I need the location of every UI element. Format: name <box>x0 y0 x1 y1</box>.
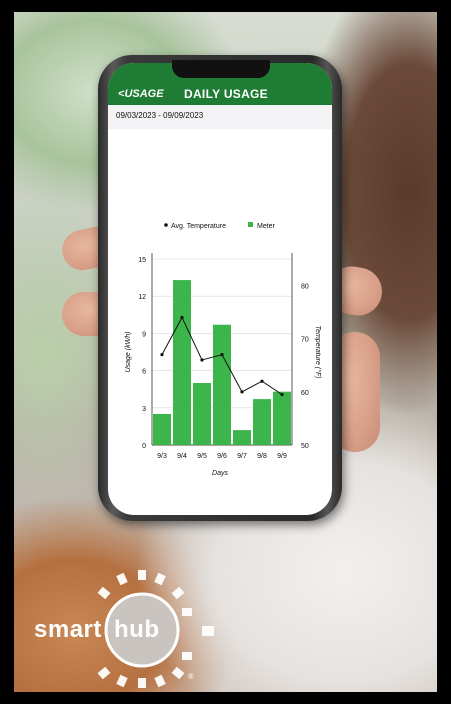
date-range-bar[interactable]: 09/03/2023 - 09/09/2023 <box>108 105 332 129</box>
phone-screen: <USAGE DAILY USAGE 09/03/2023 - 09/09/20… <box>108 63 332 515</box>
bar <box>273 391 291 445</box>
phone-notch <box>172 60 270 78</box>
smarthub-logo: smart hub ® <box>34 568 234 688</box>
temperature-point <box>200 358 204 362</box>
date-range: 09/03/2023 - 09/09/2023 <box>116 111 204 120</box>
usage-chart: 0 3 6 9 12 15 50 60 70 80 9/3 9/4 9/5 9/6 9/7 9/8 9/9 Day… <box>108 129 332 515</box>
temperature-point <box>160 353 164 357</box>
x-tick-label: 9/3 <box>157 453 167 460</box>
x-tick-label: 9/5 <box>197 453 207 460</box>
x-tick-label: 9/9 <box>277 453 287 460</box>
legend-label-meter: Meter <box>257 223 276 230</box>
temperature-point <box>180 315 184 320</box>
x-tick-label: 9/6 <box>217 453 227 460</box>
y2-tick-label: 50 <box>301 443 309 450</box>
bar <box>193 383 211 445</box>
bar <box>233 430 251 445</box>
y-tick-label: 15 <box>138 257 146 264</box>
temperature-point <box>260 379 264 383</box>
y-tick-label: 0 <box>142 443 146 450</box>
logo-text-smart: smart <box>34 616 102 643</box>
y2-tick-label: 60 <box>301 390 309 397</box>
temperature-point <box>280 392 284 397</box>
logo-text-hub: hub <box>114 616 160 643</box>
bar <box>153 414 171 445</box>
y-tick-label: 12 <box>138 294 146 301</box>
chart-svg: 0 3 6 9 12 15 50 60 70 80 9/3 9/4 9/5 9/6 9/7 9/8 9/9 Day… <box>125 222 322 477</box>
legend-marker-temperature <box>164 223 168 227</box>
x-axis-label: Days <box>212 470 228 477</box>
y2-tick-label: 70 <box>301 337 309 344</box>
x-tick-label: 9/4 <box>177 453 187 460</box>
back-button[interactable]: <USAGE <box>118 88 164 100</box>
x-tick-label: 9/7 <box>237 453 247 460</box>
page-title: DAILY USAGE <box>184 87 268 101</box>
image-frame: <USAGE DAILY USAGE 09/03/2023 - 09/09/20… <box>0 0 451 704</box>
y-tick-label: 3 <box>142 406 146 413</box>
legend-marker-meter <box>248 222 253 227</box>
y2-tick-label: 80 <box>301 284 309 291</box>
y-tick-label: 6 <box>142 369 146 376</box>
y-axis-label: Usage (kWh) <box>125 332 132 373</box>
temperature-point <box>240 390 244 394</box>
y-tick-label: 9 <box>142 331 146 338</box>
temperature-point <box>220 353 224 357</box>
bar <box>253 399 271 445</box>
legend-label-temperature: Avg. Temperature <box>171 223 226 230</box>
back-label: USAGE <box>124 88 164 100</box>
y2-axis-label: Temperature (°F) <box>314 325 322 378</box>
bar <box>173 280 191 445</box>
registered-mark: ® <box>188 672 194 681</box>
bar <box>213 324 231 445</box>
x-tick-label: 9/8 <box>257 453 267 460</box>
